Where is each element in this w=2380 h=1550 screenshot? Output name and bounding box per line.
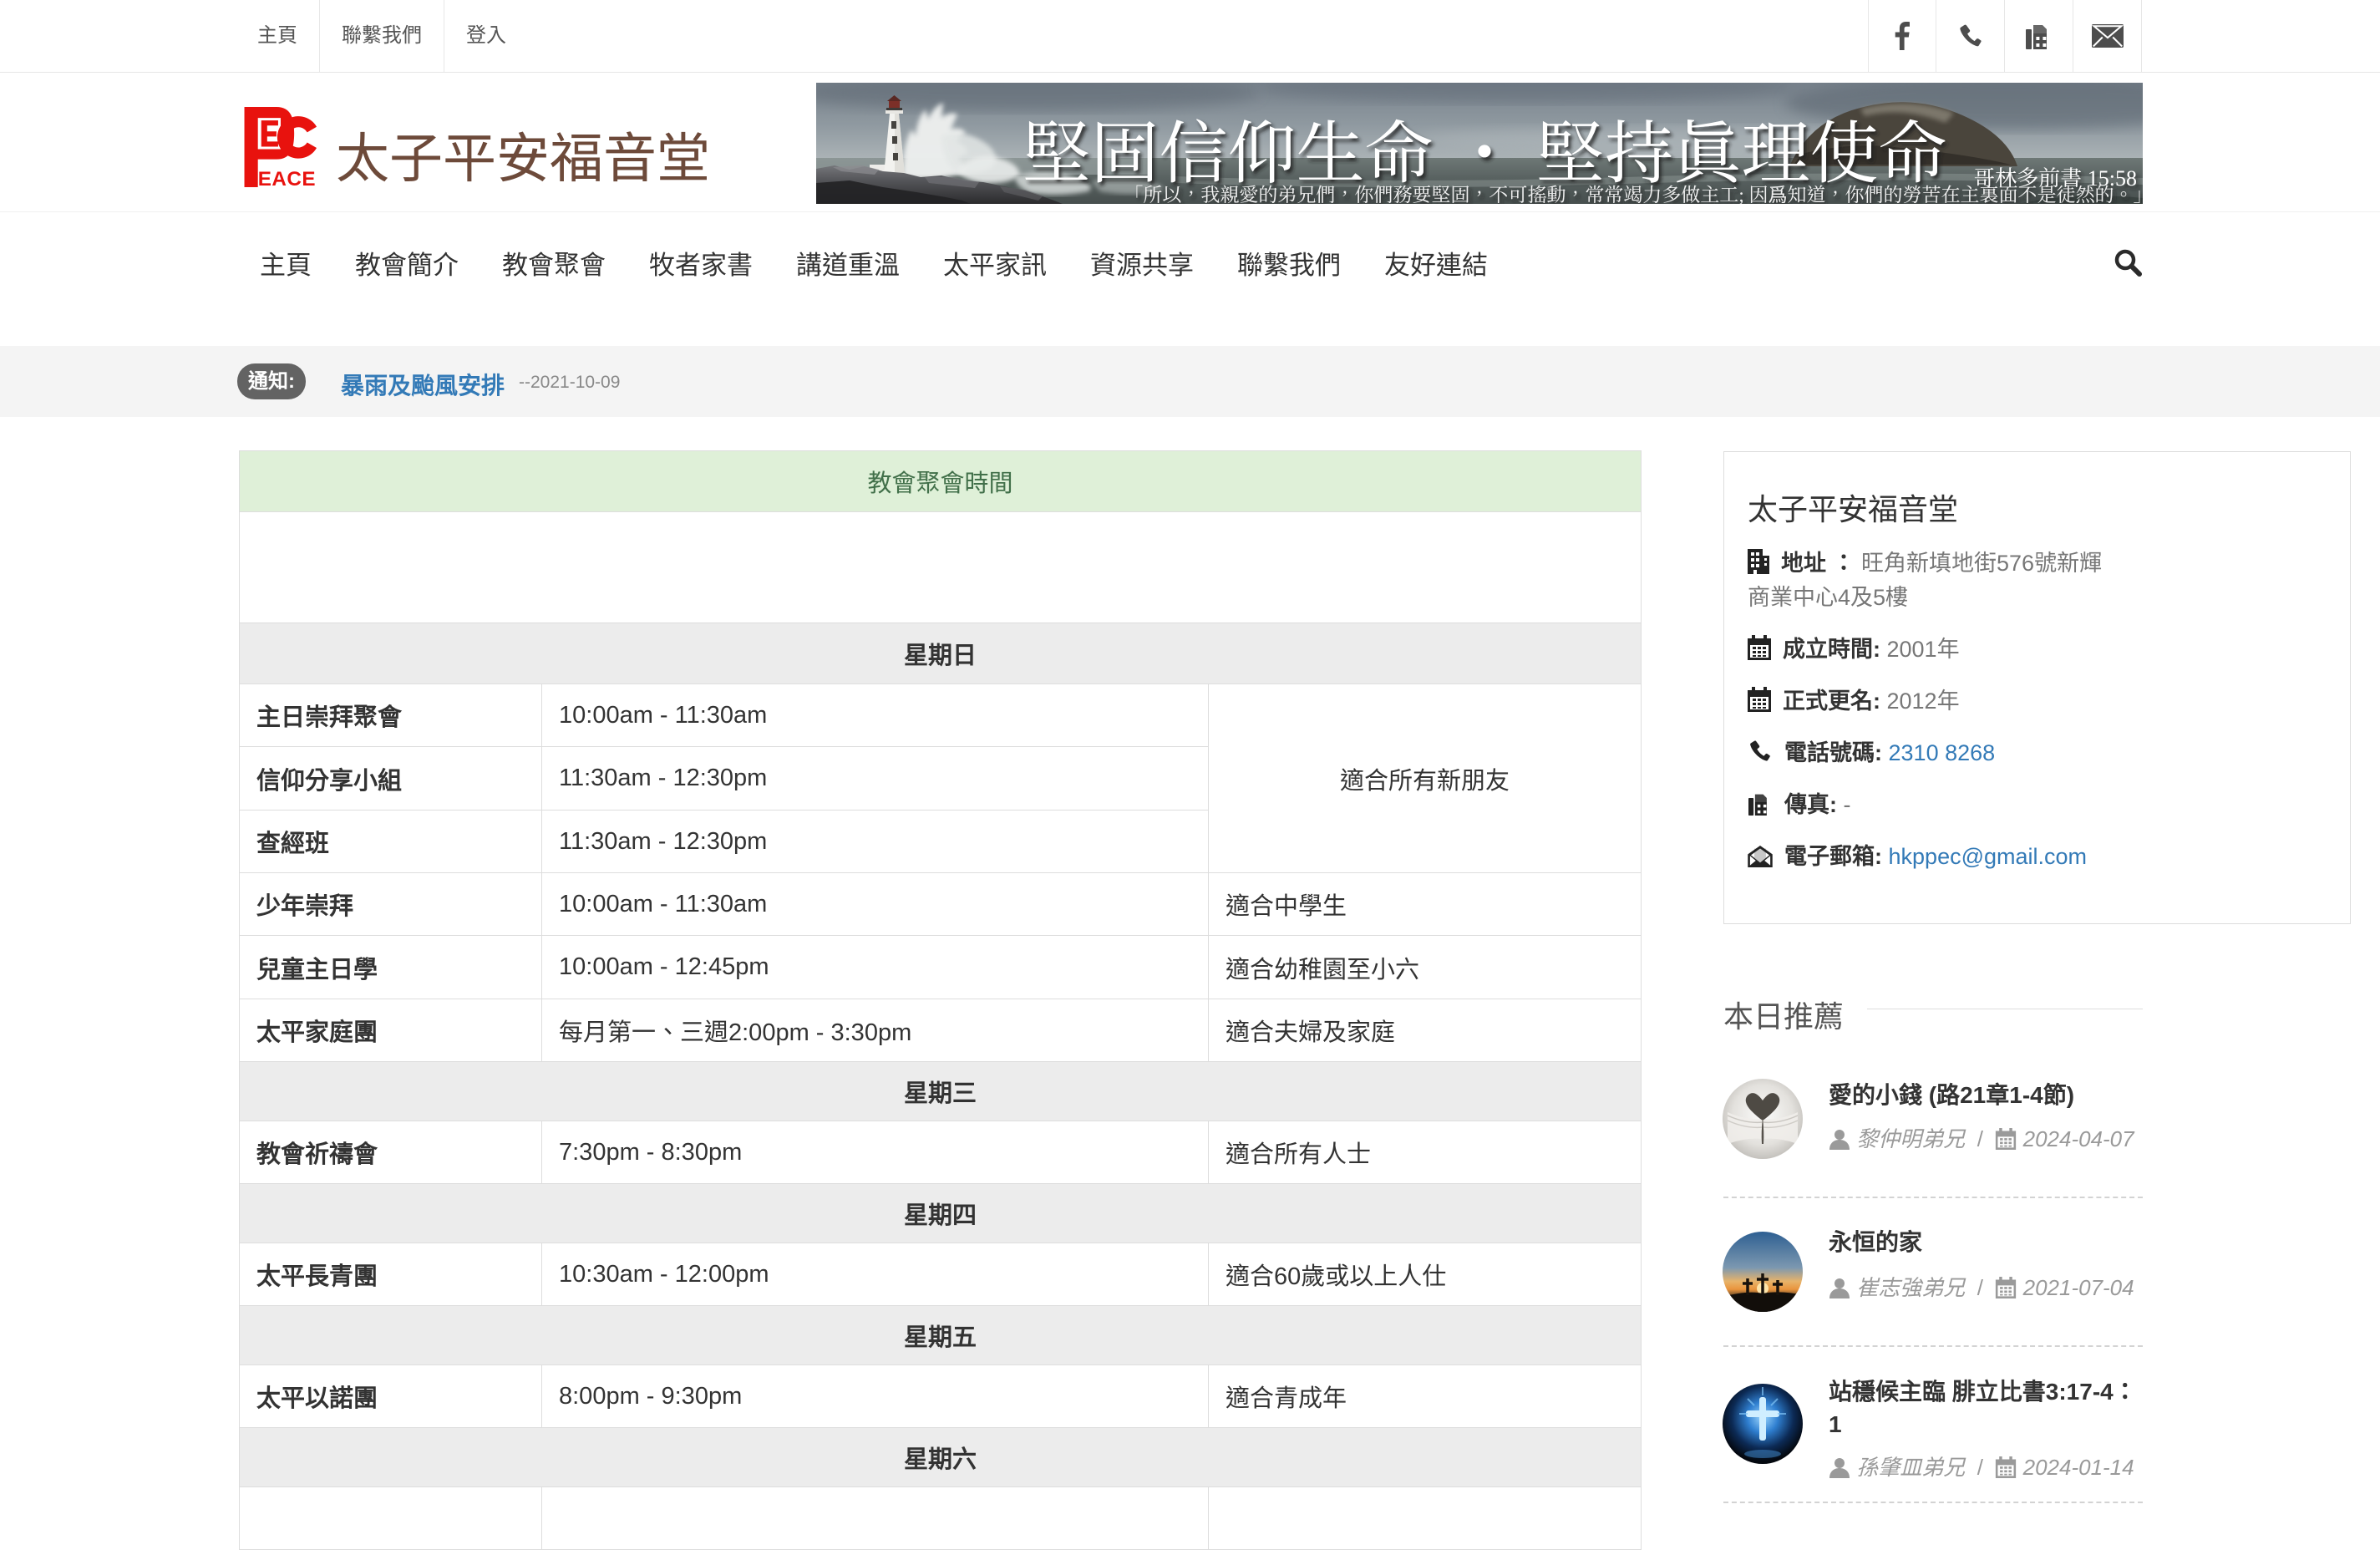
svg-text:EACE: EACE: [258, 168, 316, 187]
svg-text:堅固信仰生命 ・ 堅持眞理使命: 堅固信仰生命 ・ 堅持眞理使命: [1022, 116, 1946, 192]
svg-text:「所以，我親愛的弟兄們，你們務要堅固，不可搖動，常常竭力多做: 「所以，我親愛的弟兄們，你們務要堅固，不可搖動，常常竭力多做主工; 因爲知道，你…: [1124, 185, 2143, 204]
